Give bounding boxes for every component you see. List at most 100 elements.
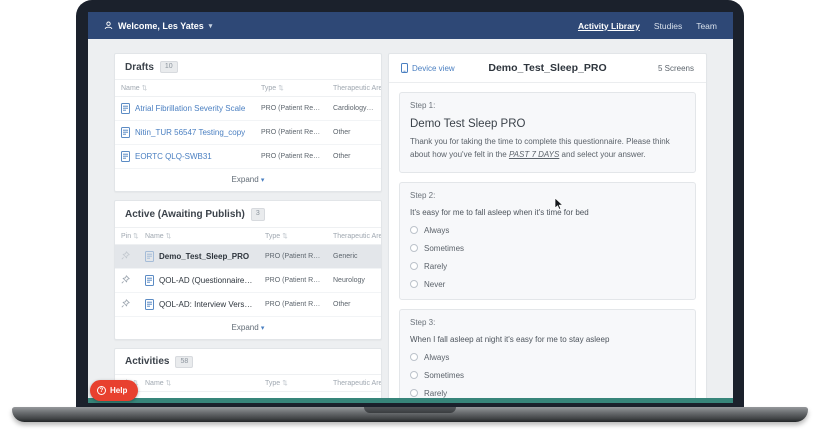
nav-item-activity-library[interactable]: Activity Library xyxy=(578,21,640,31)
laptop-base-notch xyxy=(364,407,456,413)
answer-option: Rarely xyxy=(410,389,685,398)
activity-area: Neurology xyxy=(327,268,381,292)
activity-type: PRO (Patient Reported Out... xyxy=(255,145,327,169)
nav-item-team[interactable]: Team xyxy=(696,21,717,31)
pin-icon[interactable] xyxy=(121,251,130,260)
column-header-area[interactable]: Therapeutic Area⇅ xyxy=(327,375,381,392)
activity-type: PRO (Patient Reported Out... xyxy=(259,292,327,316)
column-header-type[interactable]: Type⇅ xyxy=(259,375,327,392)
question-circle-icon: ? xyxy=(97,386,106,395)
chevron-down-icon: ▾ xyxy=(261,177,265,184)
activities-panel: Activities 58 Pin⇅ Name⇅ Type⇅ Therapeut… xyxy=(114,348,382,403)
answer-option: Sometimes xyxy=(410,244,685,253)
document-icon xyxy=(145,251,154,262)
phone-icon xyxy=(401,63,408,73)
activity-name-link[interactable]: Nitin_TUR 56547 Testing_copy xyxy=(121,127,249,138)
app-screen: Welcome, Les Yates ▾ Activity Library St… xyxy=(88,12,733,403)
column-header-name[interactable]: Name⇅ xyxy=(115,80,255,97)
preview-panel: Device view Demo_Test_Sleep_PRO 5 Screen… xyxy=(388,53,707,403)
nav-links: Activity Library Studies Team xyxy=(578,21,717,31)
main-content: Drafts 10 Name⇅ Type⇅ Therapeutic Area⇅ … xyxy=(88,39,733,403)
device-view-button[interactable]: Device view xyxy=(401,63,481,73)
activity-type: PRO (Patient Reported Out... xyxy=(255,121,327,145)
answer-option: Sometimes xyxy=(410,371,685,380)
activity-name[interactable]: QOL-AD: Interview Version for... xyxy=(145,299,253,310)
table-row[interactable]: Nitin_TUR 56547 Testing_copy PRO (Patien… xyxy=(115,121,381,145)
radio-button[interactable] xyxy=(410,371,418,379)
radio-button[interactable] xyxy=(410,389,418,397)
drafts-table: Name⇅ Type⇅ Therapeutic Area⇅ Atrial Fib… xyxy=(115,79,381,169)
table-row[interactable]: Atrial Fibrillation Severity Scale PRO (… xyxy=(115,97,381,121)
active-panel: Active (Awaiting Publish) 3 Pin⇅ Name⇅ T… xyxy=(114,200,382,339)
screens-count: 5 Screens xyxy=(614,64,694,73)
activity-name[interactable]: Demo_Test_Sleep_PRO xyxy=(145,251,253,262)
answer-option: Rarely xyxy=(410,262,685,271)
activity-type: PRO (Patient Reported Out... xyxy=(255,97,327,121)
radio-button[interactable] xyxy=(410,262,418,270)
activity-name-link[interactable]: EORTC QLQ-SWB31 xyxy=(121,151,249,162)
active-panel-header: Active (Awaiting Publish) 3 xyxy=(115,201,381,226)
question-text: When I fall asleep at night it's easy fo… xyxy=(410,335,685,344)
top-navbar: Welcome, Les Yates ▾ Activity Library St… xyxy=(88,12,733,39)
preview-body: Step 1: Demo Test Sleep PRO Thank you fo… xyxy=(389,83,706,403)
radio-button[interactable] xyxy=(410,280,418,288)
nav-item-studies[interactable]: Studies xyxy=(654,21,682,31)
step-label: Step 3: xyxy=(410,318,685,327)
answer-option: Always xyxy=(410,353,685,362)
drafts-panel: Drafts 10 Name⇅ Type⇅ Therapeutic Area⇅ … xyxy=(114,53,382,192)
active-title: Active (Awaiting Publish) xyxy=(125,209,245,220)
column-header-name[interactable]: Name⇅ xyxy=(139,375,259,392)
column-header-type[interactable]: Type⇅ xyxy=(259,227,327,244)
screen-footer-bar xyxy=(88,398,733,403)
column-header-area[interactable]: Therapeutic Area⇅ xyxy=(327,80,381,97)
table-row[interactable]: EORTC QLQ-SWB31 PRO (Patient Reported Ou… xyxy=(115,145,381,169)
activity-area: Other xyxy=(327,145,381,169)
radio-button[interactable] xyxy=(410,244,418,252)
activity-area: Other xyxy=(327,292,381,316)
activity-name-link[interactable]: Atrial Fibrillation Severity Scale xyxy=(121,103,249,114)
library-column: Drafts 10 Name⇅ Type⇅ Therapeutic Area⇅ … xyxy=(114,53,382,403)
active-count-badge: 3 xyxy=(251,208,265,220)
column-header-name[interactable]: Name⇅ xyxy=(139,227,259,244)
document-icon xyxy=(145,275,154,286)
activity-area: Generic xyxy=(327,244,381,268)
table-row[interactable]: QOL-AD (Questionnaire Versi... PRO (Pati… xyxy=(115,268,381,292)
column-header-type[interactable]: Type⇅ xyxy=(255,80,327,97)
sort-icon: ⇅ xyxy=(133,233,138,240)
sort-icon: ⇅ xyxy=(142,85,147,92)
drafts-expand-button[interactable]: Expand ▾ xyxy=(115,169,381,191)
column-header-area[interactable]: Therapeutic Area⇅ xyxy=(327,227,381,244)
pin-icon[interactable] xyxy=(121,299,130,308)
user-menu[interactable]: Welcome, Les Yates ▾ xyxy=(104,21,212,31)
sort-icon: ⇅ xyxy=(166,380,171,387)
sort-icon: ⇅ xyxy=(166,233,171,240)
step-label: Step 2: xyxy=(410,191,685,200)
radio-button[interactable] xyxy=(410,226,418,234)
help-button[interactable]: ? Help xyxy=(90,380,138,401)
activity-type: PRO (Patient Reported Out... xyxy=(259,244,327,268)
step-label: Step 1: xyxy=(410,101,685,110)
column-header-pin[interactable]: Pin⇅ xyxy=(115,227,139,244)
pin-icon[interactable] xyxy=(121,275,130,284)
activities-panel-header: Activities 58 xyxy=(115,349,381,374)
step-card-2: Step 2: It's easy for me to fall asleep … xyxy=(399,182,696,300)
chevron-down-icon: ▾ xyxy=(209,22,213,30)
table-row-selected[interactable]: Demo_Test_Sleep_PRO PRO (Patient Reporte… xyxy=(115,244,381,268)
answer-option: Never xyxy=(410,280,685,289)
sort-icon: ⇅ xyxy=(282,380,287,387)
table-row[interactable]: QOL-AD: Interview Version for... PRO (Pa… xyxy=(115,292,381,316)
document-icon xyxy=(121,151,130,162)
laptop-mockup: Welcome, Les Yates ▾ Activity Library St… xyxy=(0,0,820,430)
document-icon xyxy=(145,299,154,310)
active-table: Pin⇅ Name⇅ Type⇅ Therapeutic Area⇅ Demo_… xyxy=(115,227,381,317)
active-expand-button[interactable]: Expand ▾ xyxy=(115,317,381,339)
chevron-down-icon: ▾ xyxy=(261,325,265,332)
activity-name[interactable]: QOL-AD (Questionnaire Versi... xyxy=(145,275,253,286)
questionnaire-heading: Demo Test Sleep PRO xyxy=(410,118,685,130)
radio-button[interactable] xyxy=(410,353,418,361)
drafts-count-badge: 10 xyxy=(160,61,178,73)
answer-option: Always xyxy=(410,226,685,235)
preview-header: Device view Demo_Test_Sleep_PRO 5 Screen… xyxy=(389,54,706,83)
emphasized-text: PAST 7 DAYS xyxy=(509,150,559,159)
page-title: Demo_Test_Sleep_PRO xyxy=(481,62,614,74)
